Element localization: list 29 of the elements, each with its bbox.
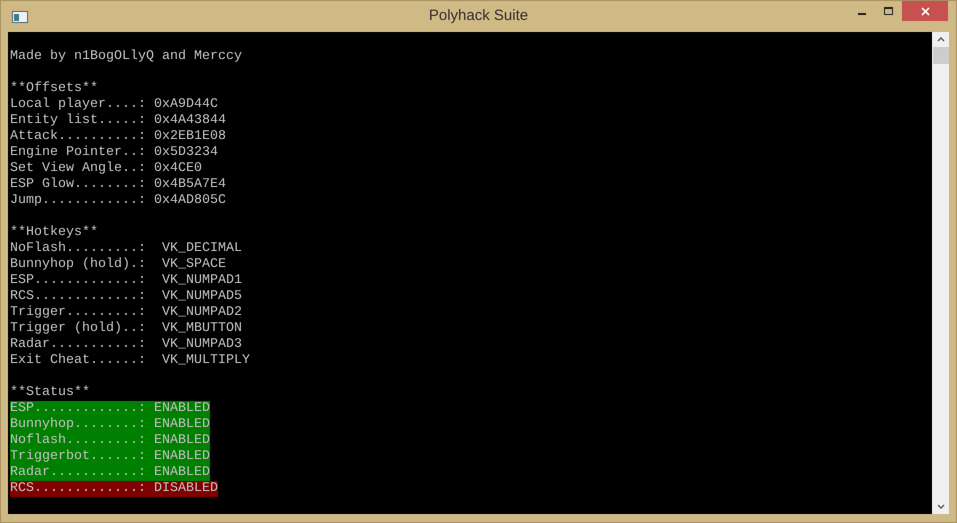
scroll-down-icon [936,504,944,509]
console-line: Engine Pointer..: 0x5D3234 [10,145,219,161]
window-title: Polyhack Suite [428,6,528,26]
console-line: Local player....: 0xA9D44C [10,97,219,113]
console-line: Entity list.....: 0x4A43844 [10,113,227,129]
section-heading: **Offsets** [10,81,99,97]
minimize-icon [858,13,866,15]
console-line: Bunnyhop (hold).: VK_SPACE [10,257,227,273]
console-line: Jump............: 0x4AD805C [10,193,227,209]
console-line: ESP Glow........: 0x4B5A7E4 [10,177,227,193]
console-line: Radar...........: VK_NUMPAD3 [10,337,243,353]
console-line: Trigger.........: VK_NUMPAD2 [10,305,243,321]
console-line: NoFlash.........: VK_DECIMAL [10,241,243,257]
close-button[interactable] [902,1,948,21]
console-line: Attack..........: 0x2EB1E08 [10,129,227,145]
close-icon [920,6,930,16]
section-heading: **Hotkeys** [10,225,99,241]
scrollbar[interactable] [932,32,949,514]
console-line: Exit Cheat......: VK_MULTIPLY [10,353,251,369]
console-line: Set View Angle..: 0x4CE0 [10,161,203,177]
maximize-icon [884,7,893,15]
console-line: Trigger (hold)..: VK_MBUTTON [10,321,243,337]
console-line: RCS.............: VK_NUMPAD5 [10,289,243,305]
section-heading: **Status** [10,385,91,401]
scroll-up-icon [936,37,944,42]
console-app-icon [12,11,28,23]
console-line: ESP.............: VK_NUMPAD1 [10,273,243,289]
credits-line: Made by n1BogOLlyQ and Merccy [10,49,243,65]
scrollbar-thumb[interactable] [932,47,948,64]
